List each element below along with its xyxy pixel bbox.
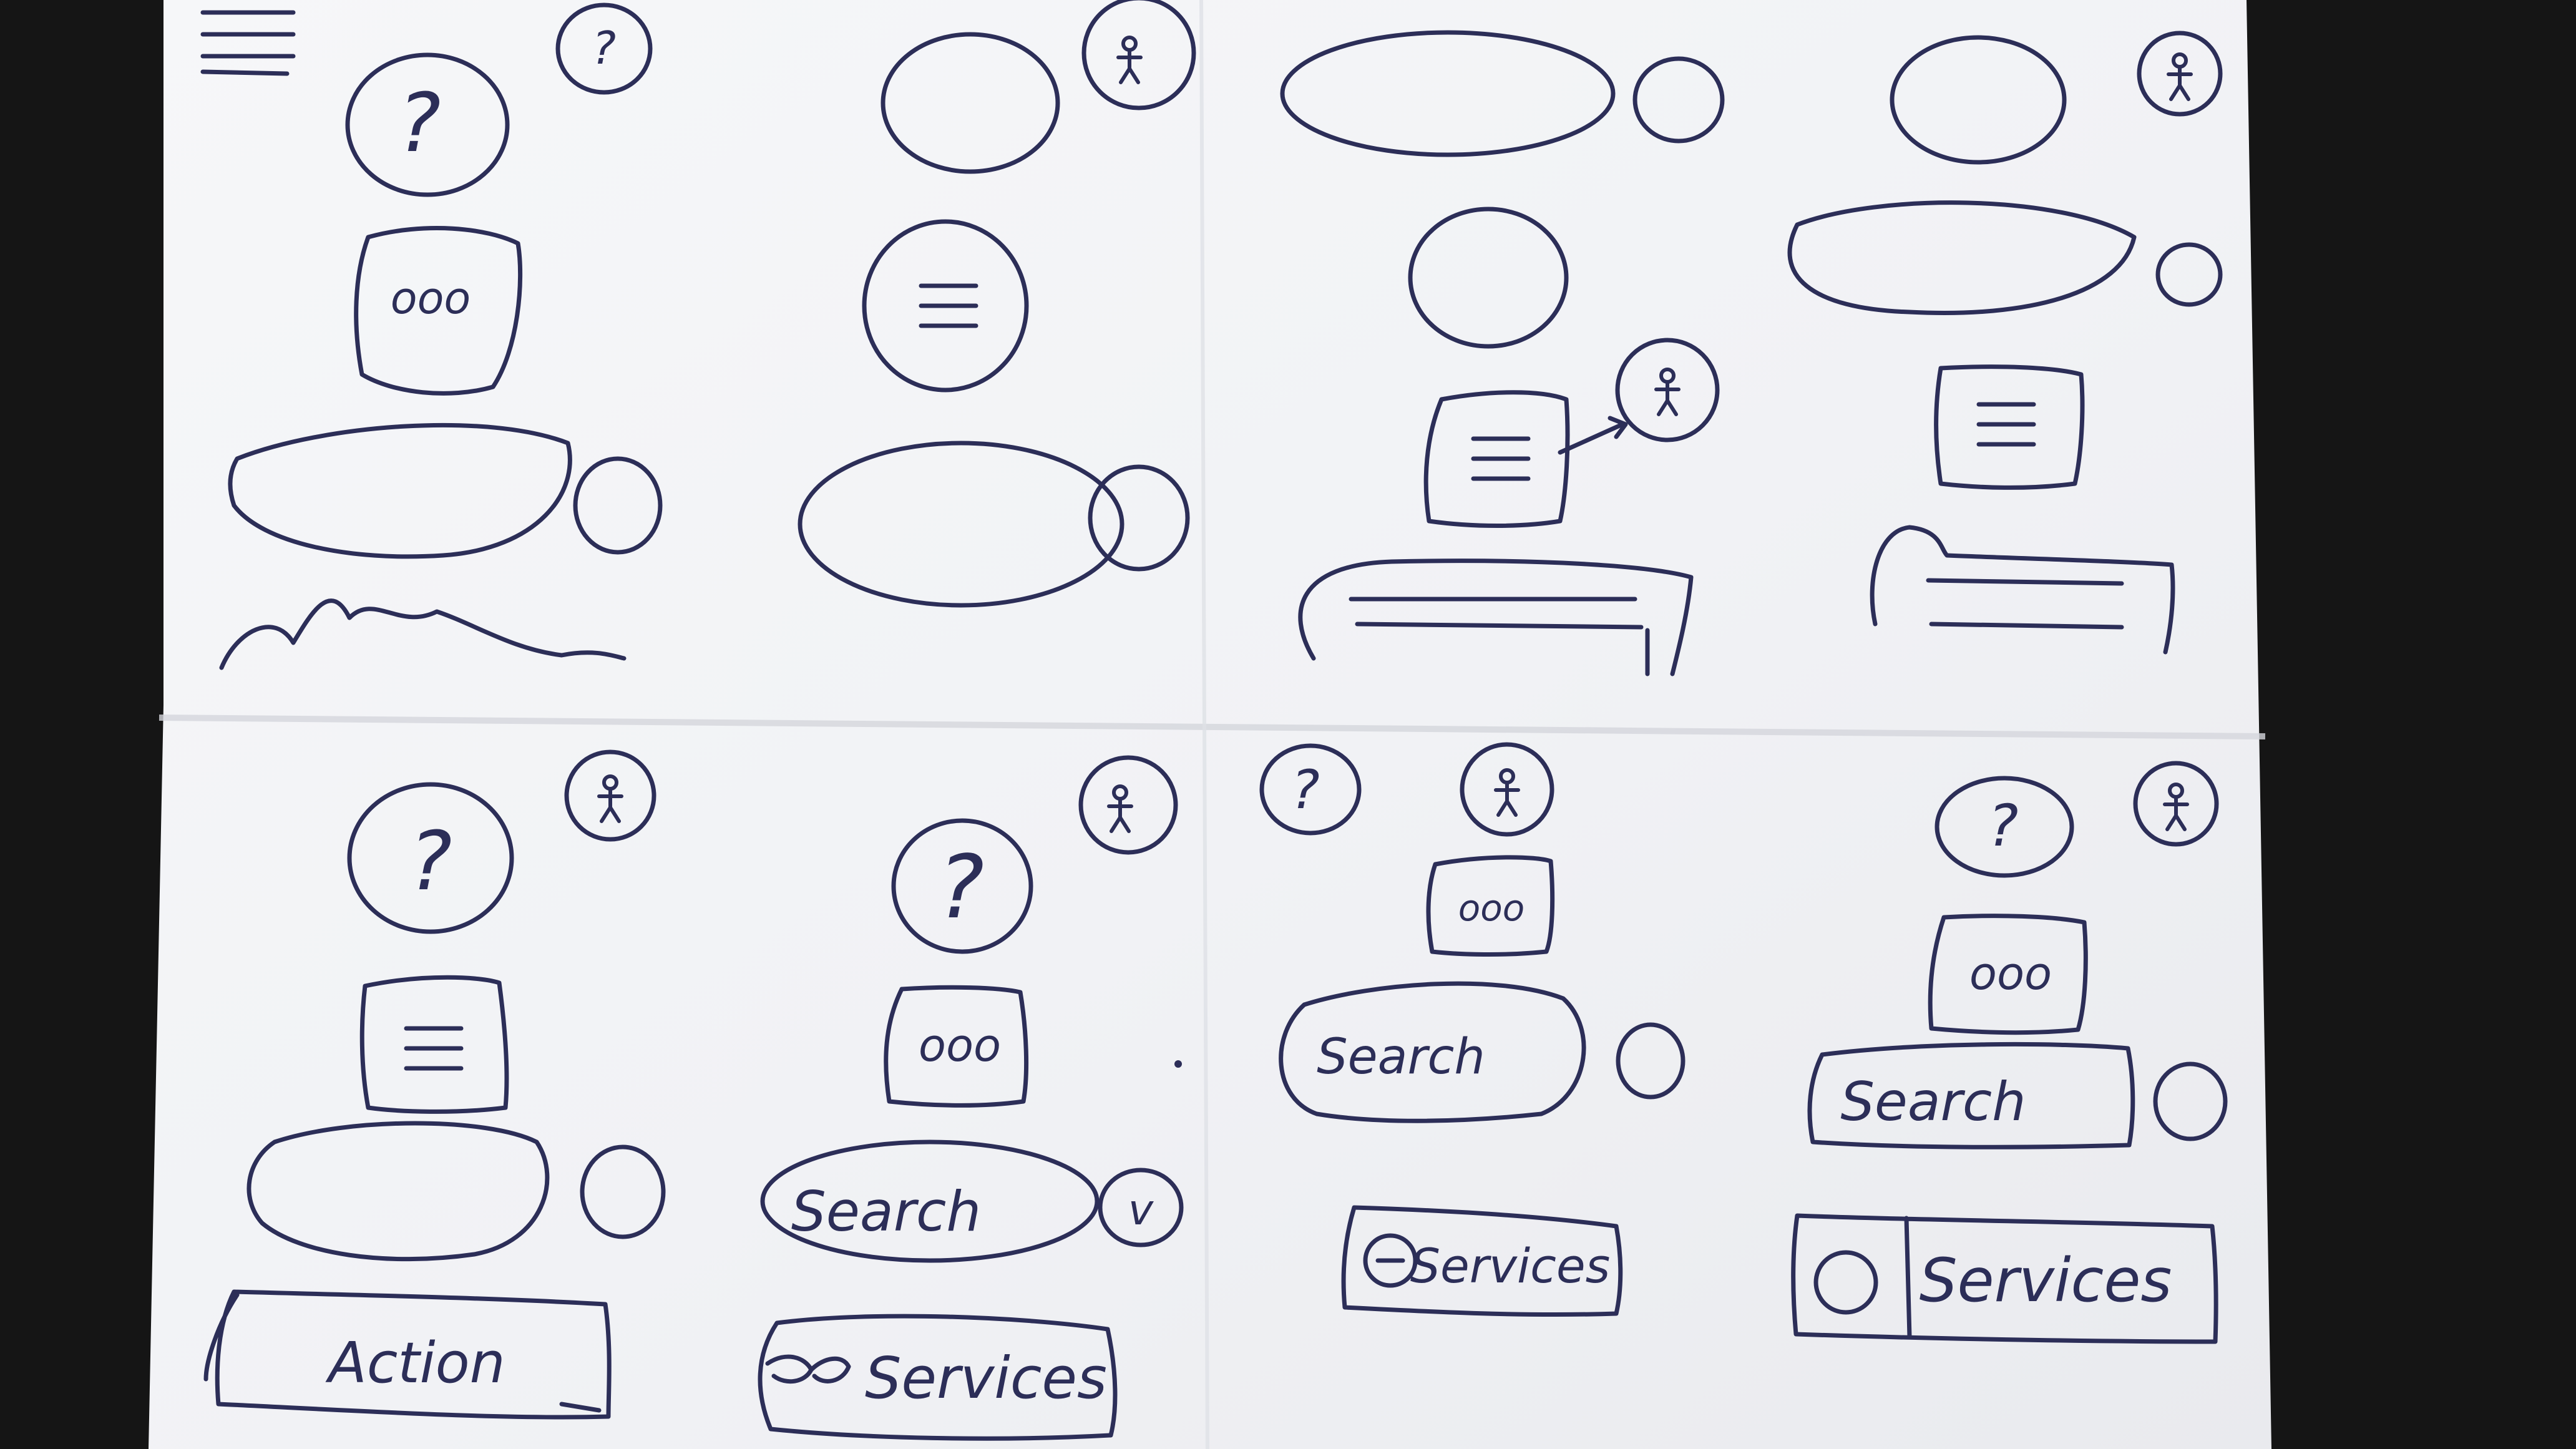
photo-of-paper-sketch: ? ? ooo ? Action ? ooo Search v Services… [0, 0, 2576, 1449]
dots-label: ooo [919, 1019, 1001, 1071]
help-mark: ? [1988, 793, 2019, 859]
services-label: Services [865, 1345, 1107, 1412]
help-mark: ? [938, 837, 984, 939]
help-mark: ? [592, 22, 616, 74]
services-label: Services [1410, 1238, 1610, 1294]
help-mark: ? [409, 814, 452, 909]
ink-dot [1174, 1060, 1182, 1068]
dots-label: ooo [1458, 887, 1525, 929]
sketch-paper: ? ? ooo ? Action ? ooo Search v Services… [149, 0, 2271, 1449]
dots-label: ooo [1969, 947, 2052, 1000]
action-label: Action [325, 1330, 505, 1396]
search-label: Search [1317, 1029, 1485, 1085]
help-mark: ? [398, 76, 441, 170]
search-label: Search [791, 1179, 981, 1244]
help-mark: ? [1291, 759, 1320, 821]
dots-label: ooo [391, 273, 471, 324]
search-label: Search [1840, 1071, 2026, 1133]
services-label: Services [1920, 1246, 2172, 1315]
check-mark: v [1128, 1186, 1154, 1235]
